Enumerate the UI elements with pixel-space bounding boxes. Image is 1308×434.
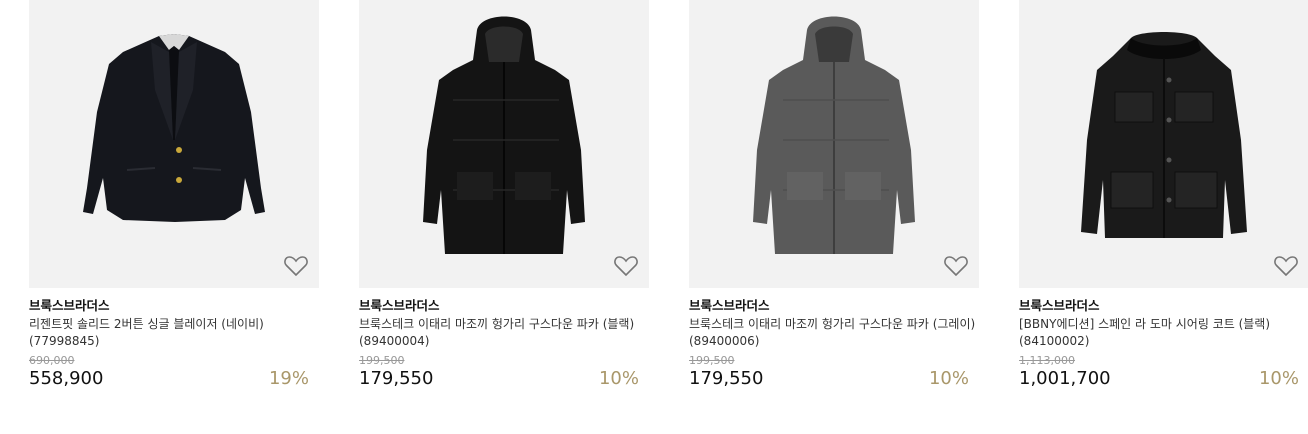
heart-outline-icon[interactable]: [943, 254, 969, 278]
heart-outline-icon[interactable]: [1273, 254, 1299, 278]
product-brand: 브룩스브라더스: [29, 298, 110, 313]
heart-outline-icon[interactable]: [283, 254, 309, 278]
sale-price: 1,001,700: [1019, 368, 1111, 389]
parka-image: [423, 16, 585, 254]
discount-rate: 19%: [268, 368, 309, 389]
product-image[interactable]: [689, 0, 979, 288]
product-card[interactable]: 브룩스브라더스 브룩스테크 이태리 마조끼 헝가리 구스다운 파카 (블랙) (…: [359, 0, 649, 390]
sale-price: 179,550: [359, 368, 434, 389]
product-name[interactable]: 브룩스테크 이태리 마조끼 헝가리 구스다운 파카 (그레이) (8940000…: [689, 316, 979, 350]
sale-price: 558,900: [29, 368, 104, 389]
product-brand: 브룩스브라더스: [1019, 298, 1100, 313]
parka-image: [753, 16, 915, 254]
product-card[interactable]: 브룩스브라더스 [BBNY에디션] 스페인 라 도마 시어링 코트 (블랙) (…: [1019, 0, 1308, 390]
product-brand: 브룩스브라더스: [359, 298, 440, 313]
heart-outline-icon[interactable]: [613, 254, 639, 278]
product-image[interactable]: [359, 0, 649, 288]
product-image[interactable]: [1019, 0, 1308, 288]
original-price: 199,500: [359, 354, 405, 367]
product-name[interactable]: 리젠트핏 솔리드 2버튼 싱글 블레이저 (네이비) (77998845): [29, 316, 319, 350]
discount-rate: 10%: [598, 368, 639, 389]
original-price: 690,000: [29, 354, 75, 367]
product-brand: 브룩스브라더스: [689, 298, 770, 313]
product-image[interactable]: [29, 0, 319, 288]
product-name[interactable]: [BBNY에디션] 스페인 라 도마 시어링 코트 (블랙) (84100002…: [1019, 316, 1308, 350]
sale-price: 179,550: [689, 368, 764, 389]
original-price: 1,113,000: [1019, 354, 1075, 367]
discount-rate: 10%: [1258, 368, 1299, 389]
product-card[interactable]: 브룩스브라더스 리젠트핏 솔리드 2버튼 싱글 블레이저 (네이비) (7799…: [29, 0, 319, 390]
discount-rate: 10%: [928, 368, 969, 389]
original-price: 199,500: [689, 354, 735, 367]
product-card[interactable]: 브룩스브라더스 브룩스테크 이태리 마조끼 헝가리 구스다운 파카 (그레이) …: [689, 0, 979, 390]
product-name[interactable]: 브룩스테크 이태리 마조끼 헝가리 구스다운 파카 (블랙) (89400004…: [359, 316, 649, 350]
blazer-image: [83, 34, 265, 222]
shearling-coat-image: [1081, 32, 1247, 238]
